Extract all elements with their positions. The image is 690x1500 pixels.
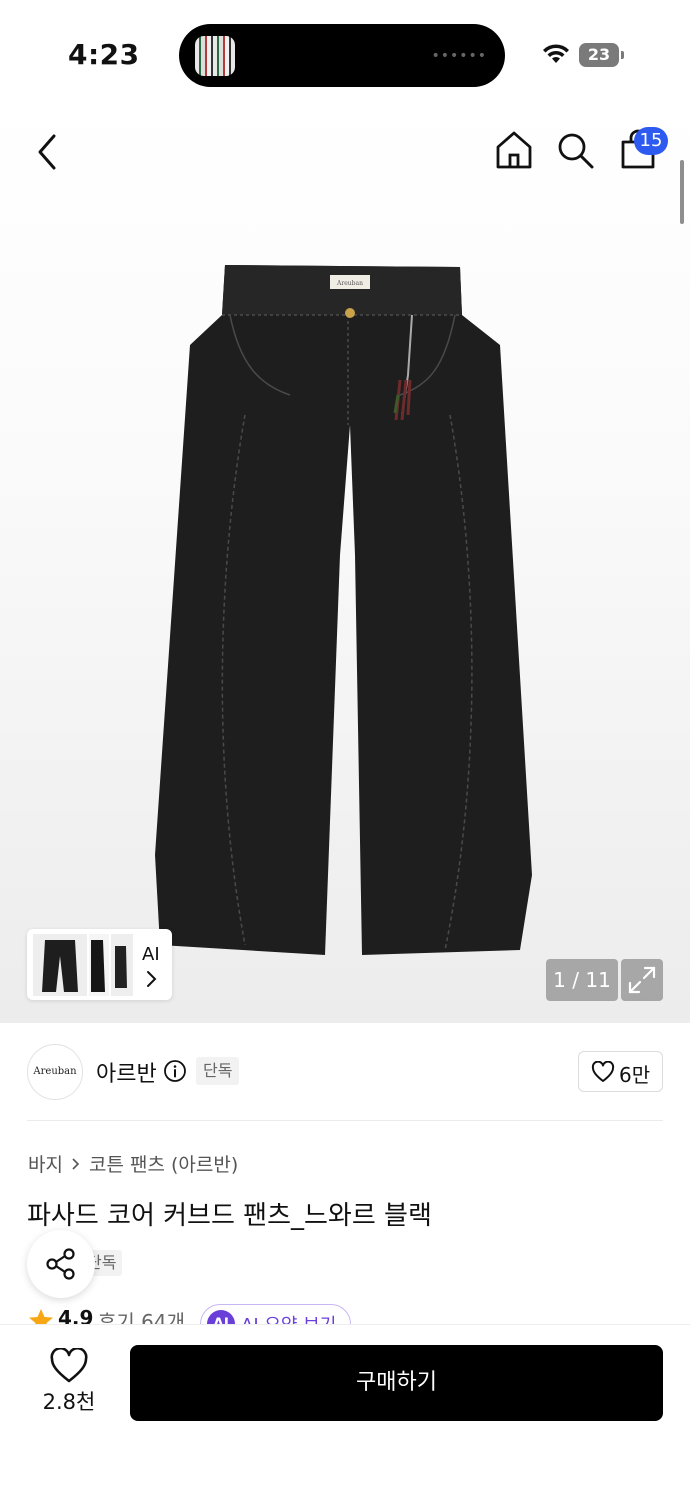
battery-cap — [621, 51, 624, 59]
scroll-indicator — [680, 160, 684, 224]
wishlist-heart-icon[interactable] — [49, 1348, 89, 1384]
search-icon[interactable] — [556, 131, 596, 171]
waist-label-text: Areuban — [336, 280, 363, 287]
heart-icon — [591, 1061, 615, 1082]
breadcrumb: 바지 코튼 팬츠 (아르반) — [28, 1150, 238, 1177]
brand-like-count: 6만 — [619, 1063, 651, 1087]
chevron-right-icon — [147, 971, 157, 987]
battery-indicator: 23 — [579, 43, 619, 67]
share-button[interactable] — [27, 1230, 95, 1298]
image-page-counter: 1 / 11 — [546, 959, 618, 1001]
dynamic-island: •••••• — [179, 24, 505, 87]
back-arrow-icon[interactable] — [30, 130, 66, 174]
brand-logo[interactable]: Areuban — [27, 1044, 83, 1100]
status-time: 4:23 — [68, 38, 140, 71]
now-playing-thumbnail — [195, 36, 235, 76]
island-dots: •••••• — [431, 48, 487, 64]
cart-count-badge: 15 — [634, 127, 668, 155]
share-icon — [46, 1248, 75, 1280]
fullscreen-button[interactable] — [621, 959, 663, 1001]
thumbnail-image — [33, 934, 133, 996]
brand-like-button[interactable]: 6만 — [578, 1051, 663, 1092]
buy-button[interactable]: 구매하기 — [130, 1345, 663, 1421]
brand-name[interactable]: 아르반 — [96, 1056, 157, 1088]
wifi-icon — [543, 44, 569, 63]
thumbnail-ai-label: AI — [142, 944, 160, 965]
expand-icon — [628, 966, 656, 994]
product-image[interactable]: Areuban — [150, 255, 550, 965]
status-bar: 4:23 •••••• 23 — [0, 0, 690, 105]
wishlist-count: 2.8천 — [42, 1390, 96, 1414]
divider — [27, 1120, 663, 1121]
home-icon[interactable] — [494, 129, 534, 171]
breadcrumb-subcategory[interactable]: 코튼 팬츠 (아르반) — [89, 1150, 238, 1177]
breadcrumb-category[interactable]: 바지 — [28, 1150, 63, 1177]
brand-exclusive-badge: 단독 — [196, 1057, 240, 1085]
info-icon[interactable] — [163, 1059, 187, 1083]
product-title: 파사드 코어 커브드 팬츠_느와르 블랙 — [27, 1201, 432, 1231]
breadcrumb-chevron-icon — [72, 1157, 80, 1170]
